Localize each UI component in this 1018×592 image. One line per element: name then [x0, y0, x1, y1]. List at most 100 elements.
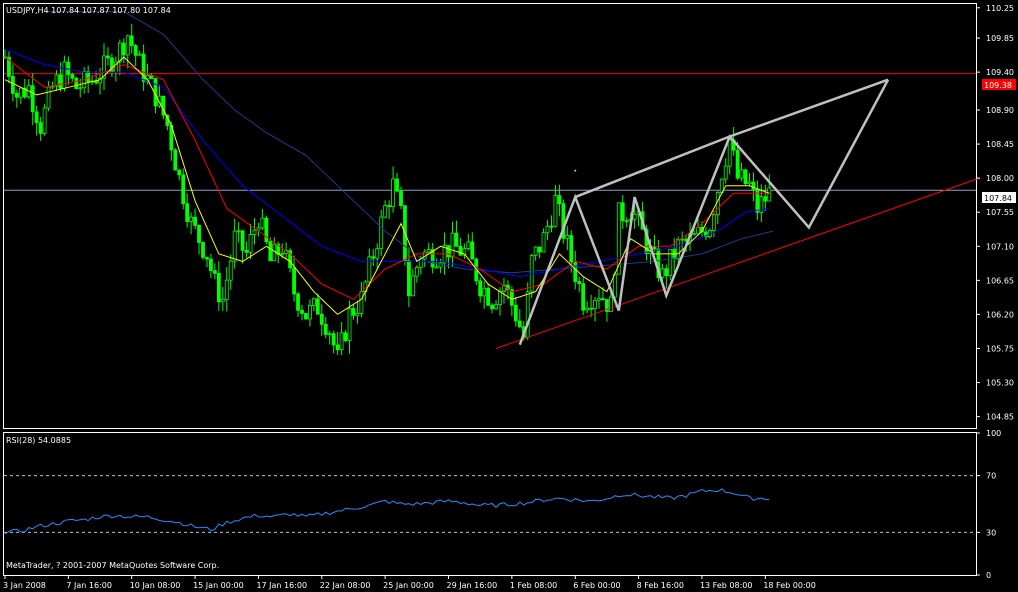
candle-body [300, 309, 304, 314]
candle-body [565, 235, 570, 239]
candle-body [593, 299, 597, 310]
candle-body [343, 332, 348, 341]
candle-body [632, 213, 637, 220]
price-axis-label: 107.55 [986, 208, 1014, 217]
candle-body [486, 287, 491, 306]
candle-body [220, 298, 225, 303]
candle-body [236, 230, 241, 233]
candle-body [434, 266, 439, 269]
time-axis-label: 13 Feb 08:00 [700, 581, 752, 590]
candle-body [177, 169, 182, 176]
rsi-axis-label: 70 [986, 472, 996, 481]
rsi-axis-label: 100 [986, 429, 1001, 438]
candle-body [735, 149, 740, 179]
candle-body [407, 260, 411, 297]
candle-body [38, 122, 43, 134]
time-axis-label: 10 Jan 08:00 [130, 581, 181, 590]
candle-body [747, 181, 752, 185]
candle-body [743, 169, 748, 185]
price-axis-label: 109.85 [986, 34, 1014, 43]
current-price-label: 107.84 [984, 194, 1012, 203]
candle-body [375, 248, 380, 259]
price-axis-label: 108.00 [986, 174, 1014, 183]
candle-body [557, 195, 562, 205]
candle-body [383, 205, 388, 218]
rsi-layer [4, 475, 976, 535]
candle-body [86, 71, 91, 83]
candle-body [458, 245, 463, 256]
candle-body [426, 249, 431, 253]
candle-body [446, 245, 451, 258]
candle-body [608, 296, 613, 312]
candle-body [244, 249, 249, 253]
candle-body [193, 216, 197, 226]
candle-body [304, 313, 308, 320]
candle-body [517, 320, 522, 328]
candle-body [414, 267, 419, 277]
grid-layer [4, 73, 976, 191]
candle-body [268, 241, 273, 262]
candle-body [577, 281, 582, 285]
candle-body [597, 298, 601, 301]
candle-body [478, 280, 483, 297]
candle-body [232, 230, 237, 262]
candle-body [137, 53, 142, 56]
candle-body [696, 226, 700, 235]
ma-long-line [44, 11, 774, 274]
time-axis-label: 6 Feb 00:00 [573, 581, 620, 590]
candle-body [620, 202, 625, 222]
candle-body [185, 203, 190, 222]
current-price-box: 107.84 [982, 192, 1016, 203]
candle-body [585, 307, 590, 311]
chart-canvas: 110.25 109.85 109.40 108.90 108.45 108.00 107.… [3, 3, 1016, 590]
pattern-overlay-layer [495, 78, 980, 349]
candle-body [379, 216, 384, 250]
price-axis-label: 106.20 [986, 310, 1014, 319]
candle-body [541, 232, 546, 253]
candle-body [46, 86, 51, 109]
candle-body [482, 287, 487, 297]
candle-body [391, 178, 395, 207]
candle-body [280, 252, 285, 255]
candle-body [537, 246, 542, 253]
candle-body [450, 232, 455, 258]
candle-body [652, 246, 657, 250]
resistance-price-box: 109.38 [982, 79, 1016, 90]
candle-body [581, 283, 586, 311]
time-axis-label: 15 Jan 00:00 [193, 581, 244, 590]
candle-body [248, 234, 253, 253]
candle-body [125, 35, 130, 56]
candle-body [723, 165, 728, 180]
symbol-header: USDJPY,H4 107.84 107.87 107.80 107.84 [6, 6, 171, 15]
price-axis-label: 104.85 [986, 413, 1014, 422]
candle-body [470, 241, 475, 260]
candle-body [308, 305, 312, 320]
candle-body [62, 61, 67, 89]
candle-body [296, 293, 300, 311]
candle-body [739, 169, 744, 179]
candle-body [533, 246, 538, 256]
candle-body [494, 304, 498, 310]
rsi-title: RSI(28) 54.0885 [6, 436, 71, 445]
candle-body [181, 174, 186, 205]
time-axis-label: 1 Feb 08:00 [510, 581, 557, 590]
candle-body [371, 256, 376, 259]
candle-body [240, 230, 245, 251]
candle-body [399, 190, 403, 207]
price-axis-label: 108.45 [986, 140, 1014, 149]
candle-body [205, 256, 209, 260]
candle-body [545, 225, 550, 234]
copyright-text: MetaTrader, ? 2001-2007 MetaQuotes Softw… [6, 561, 219, 570]
candle-body [387, 205, 392, 207]
candle-body [676, 238, 681, 260]
candle-body [327, 333, 332, 336]
candle-body [106, 55, 110, 59]
candle-body [323, 323, 328, 335]
candle-body [78, 87, 83, 90]
candle-body [216, 272, 221, 303]
time-axis-label: 8 Feb 16:00 [637, 581, 684, 590]
candle-body [70, 74, 75, 79]
candle-body [569, 235, 574, 263]
pattern-marker-dot [574, 169, 577, 172]
candle-body [601, 298, 605, 301]
